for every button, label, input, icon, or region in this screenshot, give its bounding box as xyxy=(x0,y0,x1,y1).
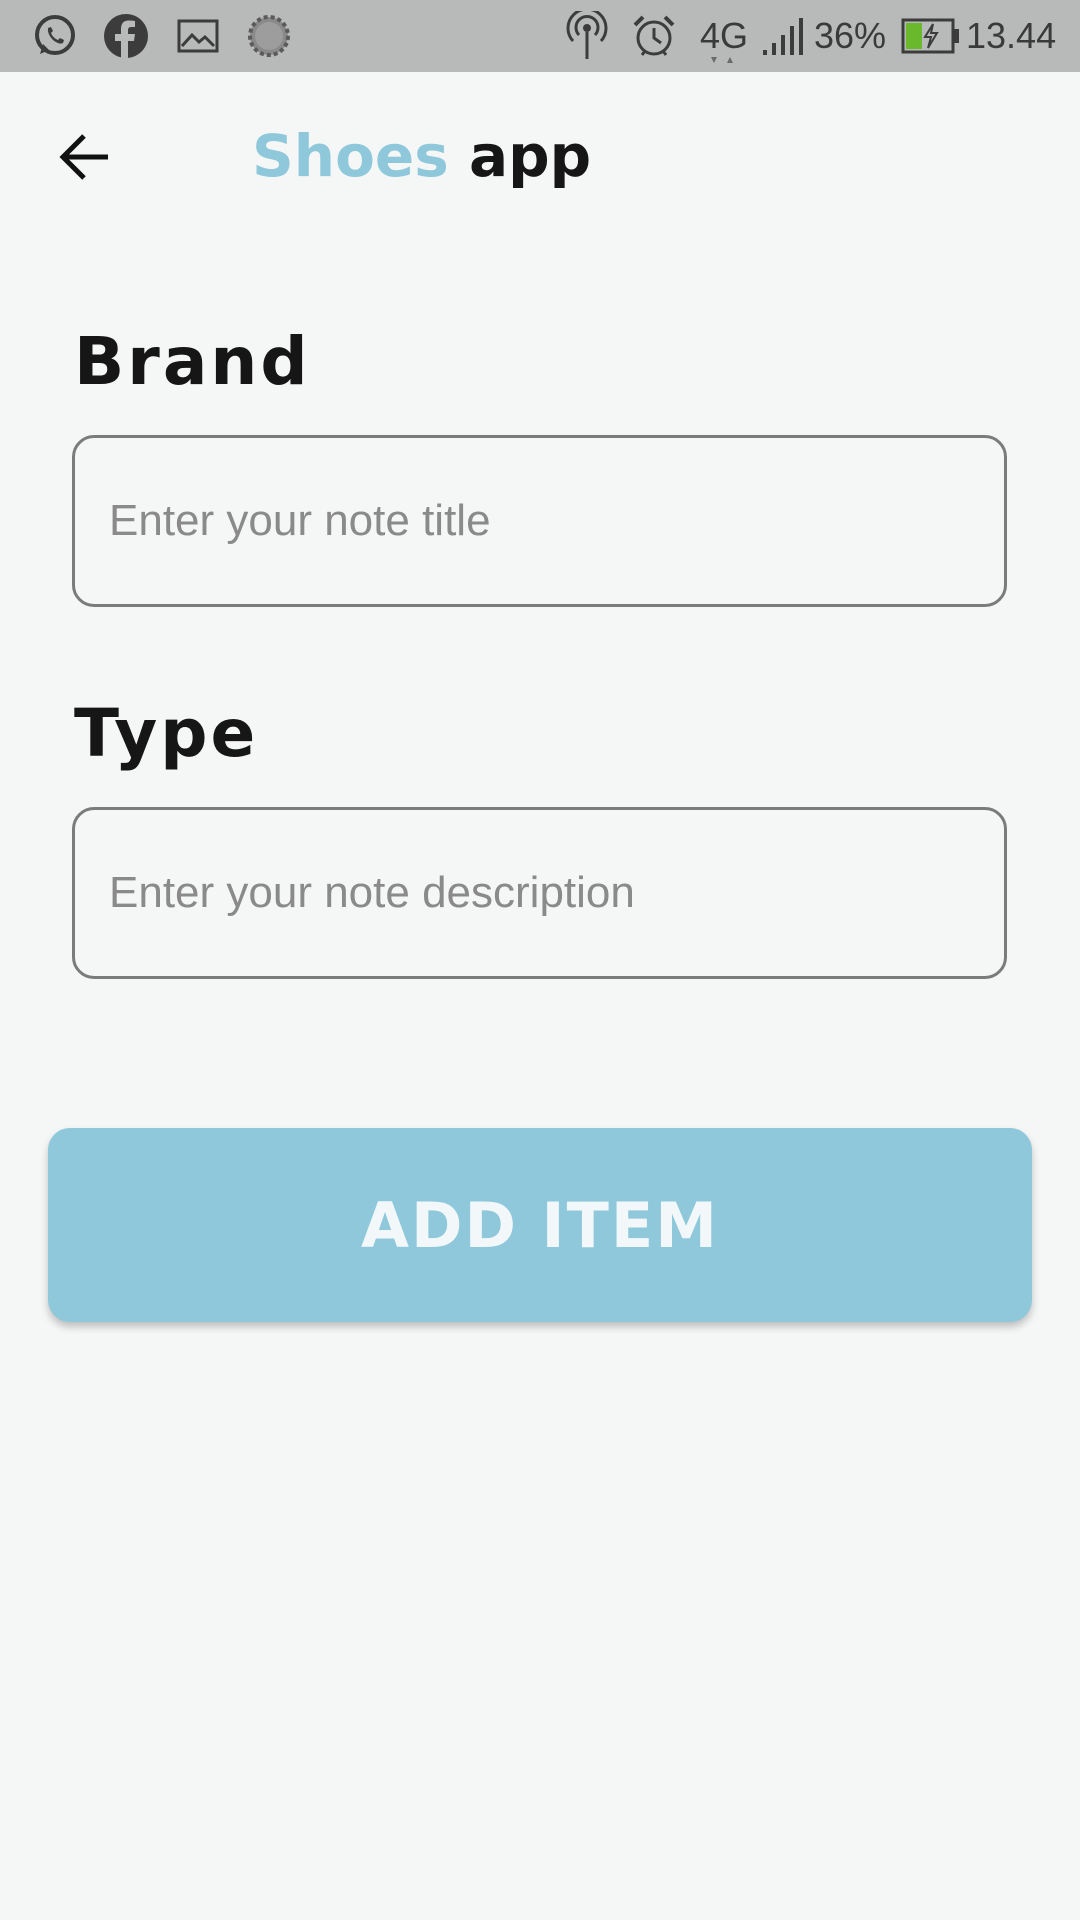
data-activity-icon xyxy=(708,50,740,69)
app-title-brand: Shoes xyxy=(252,122,449,190)
app-title-suffix: app xyxy=(468,122,592,190)
brand-label: Brand xyxy=(74,323,311,400)
alarm-icon xyxy=(630,12,678,60)
brand-input[interactable] xyxy=(72,435,1007,607)
gallery-icon xyxy=(176,12,220,60)
signal-icon xyxy=(760,12,808,60)
arrow-left-icon xyxy=(59,134,108,180)
clock-time-text: 13.44 xyxy=(966,15,1057,56)
type-label: Type xyxy=(74,695,259,772)
facebook-icon xyxy=(102,12,150,60)
app-title: Shoes app xyxy=(252,116,591,196)
battery-charging-icon xyxy=(900,12,962,60)
add-item-button[interactable]: ADD ITEM xyxy=(48,1128,1032,1322)
whatsapp-icon xyxy=(28,12,82,60)
back-button[interactable] xyxy=(40,112,130,202)
hotspot-icon xyxy=(562,11,612,60)
battery-percent-text: 36% xyxy=(814,15,887,56)
loading-icon xyxy=(246,12,292,60)
type-input[interactable] xyxy=(72,807,1007,979)
status-bar: 4G 36% 13.44 xyxy=(0,0,1080,72)
